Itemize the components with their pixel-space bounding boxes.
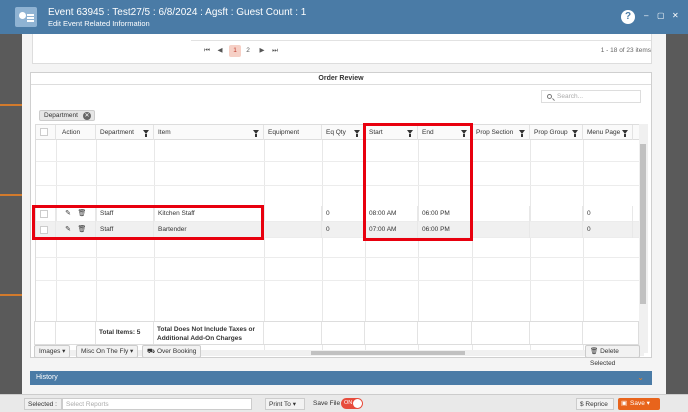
order-review-toolbar: Images ▾ Misc On The Fly ▾ ⛟ Over Bookin… <box>26 345 640 367</box>
highlight-item-rows <box>32 205 264 240</box>
cell-equipment <box>264 206 322 222</box>
delete-selected-button[interactable]: 🗑 Delete Selected <box>585 345 640 367</box>
remove-group-icon[interactable]: ✕ <box>82 112 91 120</box>
save-file-label: Save File <box>313 400 341 407</box>
filter-icon[interactable] <box>519 130 525 137</box>
close-icon[interactable]: ✕ <box>672 11 679 20</box>
header-prop-section[interactable]: Prop Section <box>472 125 530 140</box>
header-select <box>36 125 56 140</box>
chevron-down-icon[interactable]: ⌄ <box>637 371 644 385</box>
cell-prop-group <box>530 206 583 222</box>
window-subtitle: Edit Event Related Information <box>48 19 150 28</box>
history-section[interactable]: History ⌄ <box>30 371 652 385</box>
background-right <box>666 34 688 394</box>
save-file-toggle[interactable]: ON <box>341 398 363 409</box>
filter-icon[interactable] <box>622 130 628 137</box>
over-booking-button[interactable]: ⛟ Over Booking <box>142 345 202 358</box>
table-row <box>36 258 639 281</box>
images-dropdown[interactable]: Images ▾ <box>34 345 71 358</box>
header-eq-qty[interactable]: Eq Qty <box>322 125 365 140</box>
header-equipment[interactable]: Equipment <box>264 125 322 140</box>
history-label: History <box>36 374 58 381</box>
pager: ⏮ ◀ 1 2 ▶ ⏭ 1 - 18 of 23 items <box>201 45 651 59</box>
grid-header: Action Department Item Equipment Eq Qty … <box>36 125 639 140</box>
header-menu-page[interactable]: Menu Page <box>583 125 633 140</box>
search-placeholder: Search... <box>557 93 584 100</box>
pager-page-1[interactable]: 1 <box>229 45 241 57</box>
header-item[interactable]: Item <box>154 125 264 140</box>
filter-icon[interactable] <box>572 130 578 137</box>
group-chip-label: Department <box>44 112 78 119</box>
filter-icon[interactable] <box>354 130 360 137</box>
select-all-checkbox[interactable] <box>40 128 48 136</box>
upper-grid: ⏮ ◀ 1 2 ▶ ⏭ 1 - 18 of 23 items <box>32 34 652 64</box>
header-department[interactable]: Department <box>96 125 154 140</box>
window-titlebar: Event 63945 : Test27/5 : 6/8/2024 : Agsf… <box>0 0 688 34</box>
upper-grid-row <box>191 34 651 41</box>
pager-first-icon[interactable]: ⏮ <box>201 45 213 57</box>
print-to-dropdown[interactable]: Print To ▾ <box>265 398 305 410</box>
table-row <box>36 162 639 186</box>
group-chip-department: Department ✕ <box>39 110 95 121</box>
search-icon <box>547 94 552 99</box>
cell-menu-page: 0 <box>583 206 633 222</box>
grid-footer: Total Items: 5 Total Does Not Include Ta… <box>34 321 639 345</box>
cell-eq-qty: 0 <box>322 222 365 238</box>
reprice-button[interactable]: $ Reprice <box>576 398 614 410</box>
over-booking-icon: ⛟ <box>147 348 157 355</box>
restore-icon[interactable]: ▢ <box>657 11 665 20</box>
pager-last-icon[interactable]: ⏭ <box>269 45 281 57</box>
cell-prop-section <box>472 222 530 238</box>
highlight-start-end-columns <box>363 123 473 241</box>
bottom-bar: Selected : 0 Select Reports Print To ▾ S… <box>0 394 688 412</box>
table-row <box>36 140 639 162</box>
pager-page-2[interactable]: 2 <box>242 45 254 57</box>
total-note: Total Does Not Include Taxes or Addition… <box>157 326 255 342</box>
window-title: Event 63945 : Test27/5 : 6/8/2024 : Agsf… <box>48 7 307 18</box>
save-button[interactable]: ▣ Save ▾ <box>618 398 660 410</box>
search-input[interactable]: Search... <box>541 90 641 103</box>
table-row <box>36 238 639 258</box>
minimize-icon[interactable]: – <box>644 11 648 20</box>
cell-equipment <box>264 222 322 238</box>
header-action: Action <box>56 125 96 140</box>
cell-eq-qty: 0 <box>322 206 365 222</box>
pager-info: 1 - 18 of 23 items <box>600 47 651 54</box>
total-items: Total Items: 5 <box>99 329 141 336</box>
vertical-scroll-thumb[interactable] <box>640 144 646 304</box>
select-reports-input[interactable]: Select Reports <box>62 398 252 410</box>
misc-on-the-fly-dropdown[interactable]: Misc On The Fly ▾ <box>76 345 139 358</box>
pager-next-icon[interactable]: ▶ <box>256 45 268 57</box>
cell-prop-group <box>530 222 583 238</box>
header-prop-group[interactable]: Prop Group <box>530 125 583 140</box>
selected-count: Selected : 0 <box>24 398 62 410</box>
pager-prev-icon[interactable]: ◀ <box>214 45 226 57</box>
filter-icon[interactable] <box>143 130 149 137</box>
vertical-scrollbar[interactable] <box>639 124 648 353</box>
trash-icon: 🗑 <box>590 348 601 355</box>
background-left <box>0 34 22 394</box>
cell-prop-section <box>472 206 530 222</box>
order-review-title: Order Review <box>31 73 651 85</box>
help-icon[interactable]: ? <box>621 10 635 24</box>
save-icon: ▣ <box>621 400 628 407</box>
cell-menu-page: 0 <box>583 222 633 238</box>
event-profile-icon <box>15 7 37 27</box>
filter-icon[interactable] <box>253 130 259 137</box>
